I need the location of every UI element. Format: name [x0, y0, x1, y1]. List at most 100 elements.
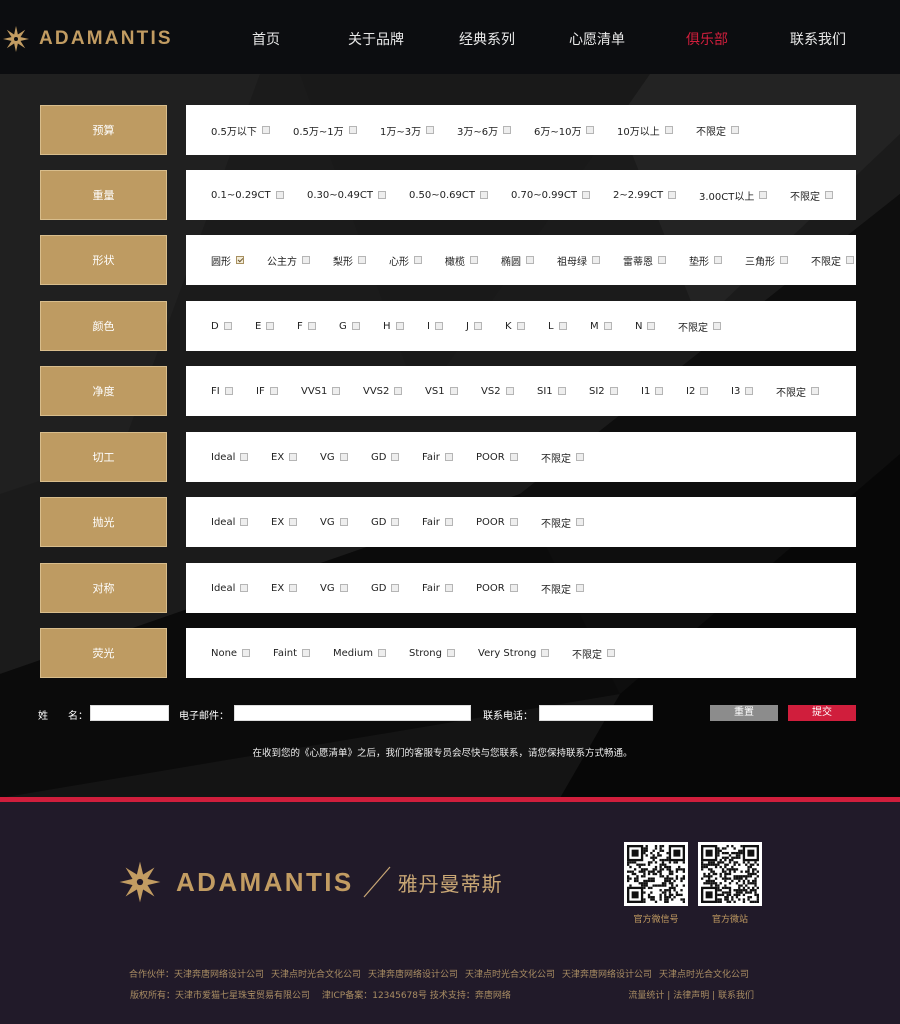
- filter-option[interactable]: 0.1~0.29CT: [211, 189, 284, 201]
- filter-option[interactable]: POOR: [476, 582, 518, 594]
- filter-option[interactable]: J: [466, 320, 482, 332]
- filter-option[interactable]: I: [427, 320, 443, 332]
- filter-option[interactable]: EX: [271, 451, 298, 463]
- filter-checkbox[interactable]: [302, 649, 310, 657]
- filter-option[interactable]: 梨形: [333, 254, 366, 268]
- filter-checkbox[interactable]: [269, 387, 278, 395]
- filter-option[interactable]: SI1: [537, 385, 566, 397]
- filter-checkbox[interactable]: [242, 649, 251, 657]
- filter-option[interactable]: 椭圆: [501, 254, 534, 268]
- filter-option[interactable]: SI2: [589, 385, 618, 397]
- filter-checkbox[interactable]: [446, 649, 455, 657]
- filter-checkbox[interactable]: [576, 518, 584, 526]
- filter-option[interactable]: VS2: [481, 385, 514, 397]
- filter-checkbox[interactable]: [811, 387, 819, 395]
- filter-option[interactable]: 0.5万~1万: [293, 124, 357, 138]
- filter-checkbox[interactable]: [378, 649, 386, 657]
- filter-checkbox[interactable]: [240, 518, 249, 526]
- filter-option[interactable]: 0.70~0.99CT: [511, 189, 591, 201]
- filter-option[interactable]: I1: [641, 385, 664, 397]
- filter-checkbox[interactable]: [655, 387, 664, 395]
- filter-option[interactable]: 不限定: [541, 582, 584, 596]
- filter-option[interactable]: 橄榄: [445, 254, 478, 268]
- nav-item-4[interactable]: 俱乐部: [662, 29, 752, 49]
- filter-option[interactable]: POOR: [476, 516, 518, 528]
- filter-checkbox[interactable]: [586, 126, 595, 134]
- partner-link[interactable]: 天津点时光合文化公司: [465, 970, 555, 980]
- filter-option[interactable]: Very Strong: [478, 647, 550, 659]
- footer-logo[interactable]: ADAMANTIS 雅丹曼蒂斯: [118, 860, 503, 904]
- header-logo[interactable]: ADAMANTIS: [2, 24, 173, 54]
- filter-checkbox[interactable]: [358, 256, 366, 264]
- phone-input[interactable]: [539, 705, 653, 721]
- filter-option[interactable]: 0.5万以下: [211, 124, 270, 138]
- filter-option[interactable]: None: [211, 647, 251, 659]
- filter-checkbox[interactable]: [391, 584, 400, 592]
- filter-checkbox[interactable]: [444, 518, 453, 526]
- filter-option[interactable]: H: [383, 320, 404, 332]
- filter-checkbox[interactable]: [503, 126, 512, 134]
- filter-checkbox[interactable]: [609, 387, 618, 395]
- filter-option[interactable]: GD: [371, 516, 400, 528]
- filter-option[interactable]: 3.00CT以上: [699, 189, 768, 203]
- filter-option[interactable]: EX: [271, 516, 298, 528]
- nav-item-1[interactable]: 关于品牌: [331, 29, 421, 49]
- filter-option[interactable]: 6万~10万: [534, 124, 595, 138]
- filter-checkbox[interactable]: [582, 191, 591, 199]
- filter-checkbox[interactable]: [302, 256, 310, 264]
- partner-link[interactable]: 天津奔唐网络设计公司: [562, 970, 652, 980]
- nav-item-0[interactable]: 首页: [221, 29, 311, 49]
- filter-option[interactable]: M: [590, 320, 612, 332]
- filter-option[interactable]: 心形: [389, 254, 422, 268]
- filter-option[interactable]: Fair: [422, 451, 453, 463]
- footer-link[interactable]: 流量统计: [628, 991, 664, 1001]
- filter-option[interactable]: E: [255, 320, 275, 332]
- filter-checkbox[interactable]: [700, 387, 709, 395]
- filter-checkbox[interactable]: [348, 126, 357, 134]
- filter-checkbox[interactable]: [664, 126, 673, 134]
- filter-option[interactable]: N: [635, 320, 656, 332]
- partner-link[interactable]: 天津奔唐网络设计公司: [368, 970, 458, 980]
- filter-option[interactable]: D: [211, 320, 232, 332]
- filter-option[interactable]: IF: [256, 385, 278, 397]
- filter-option[interactable]: VG: [320, 516, 348, 528]
- filter-option[interactable]: 不限定: [541, 451, 584, 465]
- filter-option[interactable]: VVS2: [363, 385, 403, 397]
- filter-option[interactable]: I2: [686, 385, 709, 397]
- filter-checkbox[interactable]: [541, 649, 550, 657]
- filter-option[interactable]: 3万~6万: [457, 124, 512, 138]
- filter-checkbox[interactable]: [658, 256, 666, 264]
- filter-checkbox[interactable]: [266, 322, 275, 330]
- filter-option[interactable]: EX: [271, 582, 298, 594]
- filter-option[interactable]: 0.30~0.49CT: [307, 189, 387, 201]
- filter-option[interactable]: Fair: [422, 516, 453, 528]
- filter-option[interactable]: 1万~3万: [380, 124, 435, 138]
- filter-checkbox[interactable]: [714, 256, 722, 264]
- filter-checkbox[interactable]: [526, 256, 534, 264]
- filter-checkbox[interactable]: [289, 453, 298, 461]
- filter-checkbox[interactable]: [224, 387, 233, 395]
- filter-checkbox[interactable]: [261, 126, 270, 134]
- filter-checkbox[interactable]: [289, 584, 298, 592]
- filter-option[interactable]: GD: [371, 451, 400, 463]
- filter-checkbox[interactable]: [846, 256, 854, 264]
- filter-checkbox[interactable]: [289, 518, 298, 526]
- filter-option[interactable]: 2~2.99CT: [613, 189, 677, 201]
- filter-checkbox[interactable]: [745, 387, 754, 395]
- filter-checkbox[interactable]: [668, 191, 677, 199]
- filter-checkbox[interactable]: [391, 453, 400, 461]
- filter-checkbox[interactable]: [825, 191, 833, 199]
- filter-checkbox[interactable]: [339, 584, 348, 592]
- footer-link[interactable]: 联系我们: [718, 991, 754, 1001]
- filter-option[interactable]: Ideal: [211, 516, 249, 528]
- filter-option[interactable]: Fair: [422, 582, 453, 594]
- filter-option[interactable]: L: [548, 320, 567, 332]
- filter-checkbox[interactable]: [780, 256, 788, 264]
- filter-option[interactable]: 祖母绿: [557, 254, 600, 268]
- filter-checkbox[interactable]: [240, 584, 249, 592]
- partner-link[interactable]: 天津点时光合文化公司: [271, 970, 361, 980]
- filter-checkbox[interactable]: [351, 322, 360, 330]
- filter-option[interactable]: 不限定: [572, 647, 615, 661]
- filter-option[interactable]: 三角形: [745, 254, 788, 268]
- filter-option[interactable]: 不限定: [811, 254, 854, 268]
